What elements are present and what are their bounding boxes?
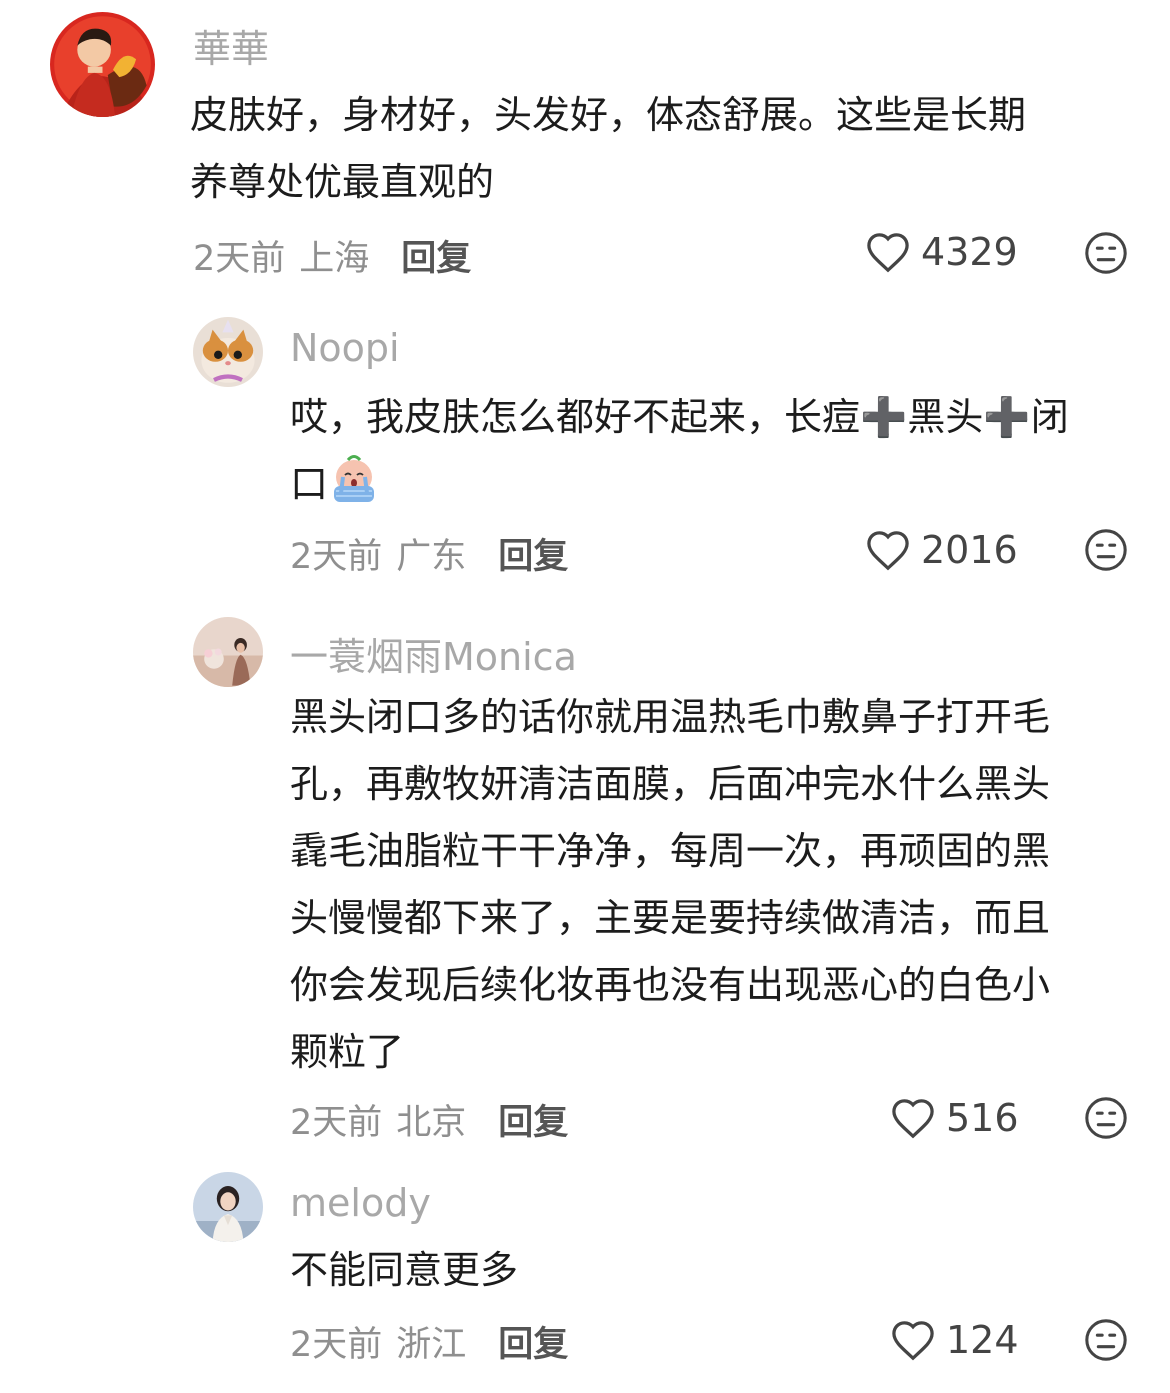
like-count: 2016 xyxy=(921,528,1018,572)
comment-text-line: 不能同意更多 xyxy=(290,1248,519,1292)
comment-text: 皮肤好，身材好，头发好，体态舒展。这些是长期 养尊处优最直观的 xyxy=(190,82,1026,216)
comment-time: 2天前 xyxy=(193,239,286,279)
comment-time: 2天前 xyxy=(290,537,383,577)
dislike-icon[interactable] xyxy=(1083,1095,1129,1141)
comment-item: 華華 皮肤好，身材好，头发好，体态舒展。这些是长期 养尊处优最直观的 2天前 上海… xyxy=(0,0,1170,300)
comment-text-segment: 闭 xyxy=(1030,395,1069,439)
like-button[interactable]: 2016 xyxy=(865,528,1018,572)
heart-icon xyxy=(867,233,909,273)
comment-text-line: 毳毛油脂粒干干净净，每周一次，再顽固的黑 xyxy=(290,829,1051,873)
comment-text-line: 皮肤好，身材好，头发好，体态舒展。这些是长期 xyxy=(190,93,1027,137)
reply-item: Noopi 哎，我皮肤怎么都好不起来，长痘➕黑头➕闭 口 2天前 广东 回复 201… xyxy=(0,300,1170,600)
dislike-icon[interactable] xyxy=(1083,1317,1129,1363)
comment-location: 浙江 xyxy=(396,1325,467,1365)
comment-text-line: 哎，我皮肤怎么都好不起来，长痘➕黑头➕闭 xyxy=(290,384,1069,451)
comment-text-line: 养尊处优最直观的 xyxy=(190,160,495,204)
avatar[interactable] xyxy=(193,1172,263,1242)
comment-text-segment: 哎，我皮肤怎么都好不起来，长痘 xyxy=(290,395,861,439)
comment-time: 2天前 xyxy=(290,1325,383,1365)
comment-meta: 2天前 广东 回复 xyxy=(290,528,568,579)
avatar[interactable] xyxy=(193,317,263,387)
like-count: 124 xyxy=(946,1318,1019,1362)
reply-item: melody 不能同意更多 2天前 浙江 回复 124 xyxy=(0,1160,1170,1393)
crying-emoji-icon xyxy=(334,455,375,502)
heart-icon xyxy=(867,531,909,571)
reply-item: 一蓑烟雨Monica 黑头闭口多的话你就用温热毛巾敷鼻子打开毛 孔，再敷牧妍清洁… xyxy=(0,600,1170,1160)
avatar[interactable] xyxy=(50,12,155,117)
comment-time: 2天前 xyxy=(290,1103,383,1143)
reply-button[interactable]: 回复 xyxy=(498,1103,568,1143)
comment-text-line: 头慢慢都下来了，主要是要持续做清洁，而且 xyxy=(290,896,1051,940)
comment-text: 哎，我皮肤怎么都好不起来，长痘➕黑头➕闭 口 xyxy=(290,384,1069,518)
comment-location: 上海 xyxy=(299,239,370,279)
reply-button[interactable]: 回复 xyxy=(498,1325,568,1365)
comment-text-line: 你会发现后续化妆再也没有出现恶心的白色小 xyxy=(290,963,1051,1007)
comment-text-line: 口 xyxy=(290,451,1069,518)
comment-text-line: 黑头闭口多的话你就用温热毛巾敷鼻子打开毛 xyxy=(290,695,1051,739)
comment-meta: 2天前 上海 回复 xyxy=(193,230,471,281)
like-count: 516 xyxy=(946,1096,1019,1140)
heart-icon xyxy=(892,1321,934,1361)
comment-meta: 2天前 浙江 回复 xyxy=(290,1316,568,1367)
reply-button[interactable]: 回复 xyxy=(498,537,568,577)
comment-username[interactable]: Noopi xyxy=(290,326,400,370)
dislike-icon[interactable] xyxy=(1083,230,1129,276)
like-button[interactable]: 4329 xyxy=(865,230,1018,274)
comment-text-segment: 口 xyxy=(290,462,329,506)
like-button[interactable]: 516 xyxy=(890,1096,1019,1140)
comment-text-line: 颗粒了 xyxy=(290,1030,405,1074)
comment-text: 黑头闭口多的话你就用温热毛巾敷鼻子打开毛 孔，再敷牧妍清洁面膜，后面冲完水什么黑… xyxy=(290,684,1050,1086)
reply-button[interactable]: 回复 xyxy=(401,239,471,279)
comment-username[interactable]: 華華 xyxy=(193,18,269,73)
plus-emoji: ➕ xyxy=(860,395,908,439)
comment-username[interactable]: melody xyxy=(290,1181,431,1225)
comment-location: 北京 xyxy=(396,1103,467,1143)
comment-meta: 2天前 北京 回复 xyxy=(290,1094,568,1145)
comment-username[interactable]: 一蓑烟雨Monica xyxy=(290,626,577,681)
like-button[interactable]: 124 xyxy=(890,1318,1019,1362)
comment-text-segment: 黑头 xyxy=(907,395,984,439)
comment-location: 广东 xyxy=(396,537,467,577)
comment-text: 不能同意更多 xyxy=(290,1237,518,1304)
comment-text-line: 孔，再敷牧妍清洁面膜，后面冲完水什么黑头 xyxy=(290,762,1051,806)
like-count: 4329 xyxy=(921,230,1018,274)
plus-emoji: ➕ xyxy=(983,395,1031,439)
heart-icon xyxy=(892,1099,934,1139)
avatar[interactable] xyxy=(193,617,263,687)
dislike-icon[interactable] xyxy=(1083,527,1129,573)
